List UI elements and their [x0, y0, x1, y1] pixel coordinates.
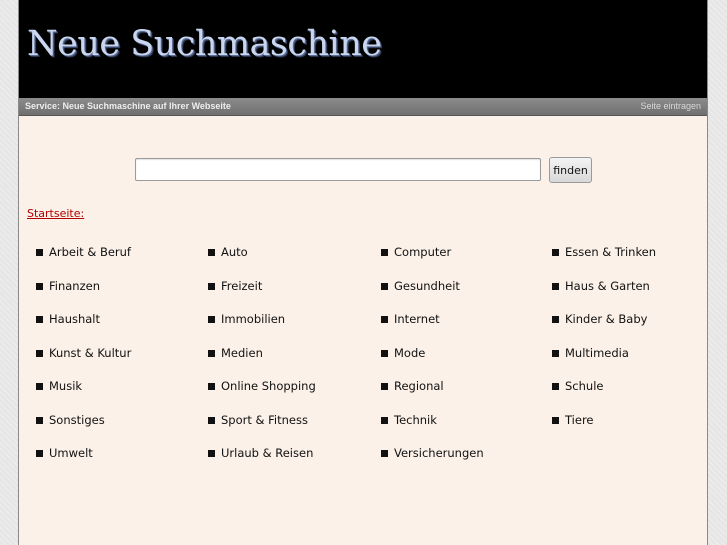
category-label: Finanzen: [49, 279, 100, 293]
category-label: Sonstiges: [49, 413, 105, 427]
bullet-icon: [381, 248, 388, 256]
category-label: Kinder & Baby: [565, 312, 648, 326]
category-label: Computer: [394, 245, 452, 259]
bullet-icon: [552, 248, 559, 256]
category-link[interactable]: Essen & Trinken: [552, 244, 656, 260]
category-label: Essen & Trinken: [565, 245, 657, 259]
category-link[interactable]: Immobilien: [208, 311, 285, 327]
bullet-icon: [208, 382, 215, 390]
category-label: Multimedia: [565, 346, 629, 360]
bullet-icon: [552, 315, 559, 323]
category-link[interactable]: Musik: [36, 378, 82, 394]
service-bar: Service: Neue Suchmaschine auf Ihrer Web…: [19, 98, 707, 116]
bullet-icon: [208, 349, 215, 357]
category-label: Technik: [394, 413, 437, 427]
category-label: Haus & Garten: [565, 279, 650, 293]
category-link[interactable]: Computer: [381, 244, 451, 260]
category-label: Gesundheit: [394, 279, 460, 293]
bullet-icon: [381, 449, 388, 457]
category-link[interactable]: Sonstiges: [36, 412, 105, 428]
bullet-icon: [208, 315, 215, 323]
search-button[interactable]: finden: [549, 157, 592, 183]
category-label: Immobilien: [221, 312, 286, 326]
category-label: Schule: [565, 379, 604, 393]
category-label: Medien: [221, 346, 263, 360]
category-label: Versicherungen: [394, 446, 484, 460]
category-label: Sport & Fitness: [221, 413, 308, 427]
bullet-icon: [36, 349, 43, 357]
category-link[interactable]: Medien: [208, 345, 263, 361]
bullet-icon: [208, 248, 215, 256]
category-link[interactable]: Internet: [381, 311, 440, 327]
bullet-icon: [208, 449, 215, 457]
bullet-icon: [552, 282, 559, 290]
category-link[interactable]: Regional: [381, 378, 444, 394]
bullet-icon: [381, 315, 388, 323]
category-link[interactable]: Mode: [381, 345, 425, 361]
category-label: Mode: [394, 346, 426, 360]
bullet-icon: [381, 349, 388, 357]
category-link[interactable]: Auto: [208, 244, 248, 260]
bullet-icon: [381, 382, 388, 390]
bullet-icon: [552, 349, 559, 357]
bullet-icon: [208, 416, 215, 424]
category-label: Regional: [394, 379, 444, 393]
category-link[interactable]: Versicherungen: [381, 445, 484, 461]
site-header: Neue Suchmaschine: [19, 0, 707, 98]
bullet-icon: [36, 382, 43, 390]
category-link[interactable]: Umwelt: [36, 445, 93, 461]
category-link[interactable]: Urlaub & Reisen: [208, 445, 313, 461]
category-link[interactable]: Kunst & Kultur: [36, 345, 131, 361]
category-link[interactable]: Sport & Fitness: [208, 412, 308, 428]
bullet-icon: [381, 416, 388, 424]
bullet-icon: [552, 382, 559, 390]
page-frame: Neue Suchmaschine Service: Neue Suchmasc…: [18, 0, 708, 545]
category-label: Arbeit & Beruf: [49, 245, 131, 259]
category-label: Auto: [221, 245, 248, 259]
category-label: Online Shopping: [221, 379, 316, 393]
category-label: Musik: [49, 379, 83, 393]
bullet-icon: [36, 449, 43, 457]
category-link[interactable]: Multimedia: [552, 345, 629, 361]
site-logo[interactable]: Neue Suchmaschine: [27, 24, 382, 64]
submit-site-link[interactable]: Seite eintragen: [640, 101, 701, 111]
category-link[interactable]: Schule: [552, 378, 603, 394]
category-link[interactable]: Haus & Garten: [552, 278, 650, 294]
category-label: Kunst & Kultur: [49, 346, 132, 360]
category-link[interactable]: Online Shopping: [208, 378, 316, 394]
bullet-icon: [36, 248, 43, 256]
category-label: Umwelt: [49, 446, 93, 460]
category-label: Urlaub & Reisen: [221, 446, 314, 460]
category-link[interactable]: Tiere: [552, 412, 594, 428]
category-label: Freizeit: [221, 279, 263, 293]
category-link[interactable]: Arbeit & Beruf: [36, 244, 131, 260]
service-text[interactable]: Service: Neue Suchmaschine auf Ihrer Web…: [25, 101, 231, 111]
search-input[interactable]: [135, 158, 541, 181]
category-link[interactable]: Finanzen: [36, 278, 100, 294]
bullet-icon: [36, 282, 43, 290]
startseite-link[interactable]: Startseite:: [27, 207, 84, 220]
bullet-icon: [552, 416, 559, 424]
bullet-icon: [381, 282, 388, 290]
category-link[interactable]: Technik: [381, 412, 437, 428]
category-link[interactable]: Gesundheit: [381, 278, 460, 294]
category-label: Tiere: [565, 413, 594, 427]
bullet-icon: [36, 416, 43, 424]
category-label: Haushalt: [49, 312, 101, 326]
bullet-icon: [36, 315, 43, 323]
bullet-icon: [208, 282, 215, 290]
category-link[interactable]: Haushalt: [36, 311, 100, 327]
category-link[interactable]: Freizeit: [208, 278, 262, 294]
category-link[interactable]: Kinder & Baby: [552, 311, 647, 327]
category-label: Internet: [394, 312, 440, 326]
